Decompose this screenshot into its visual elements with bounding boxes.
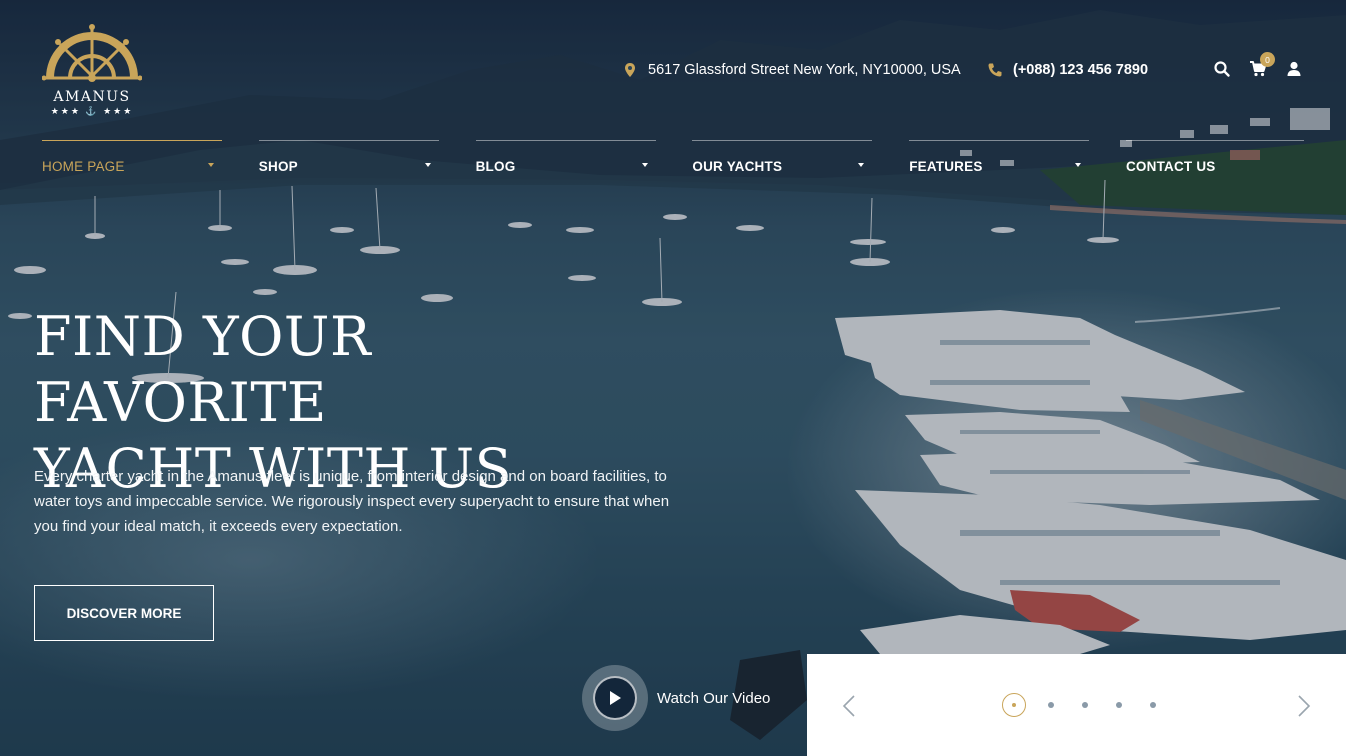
hero-headline-line-1: FIND YOUR FAVORITE xyxy=(34,305,372,434)
caret-down-icon xyxy=(424,163,431,167)
slider-dot-2[interactable] xyxy=(1048,702,1054,708)
brand-stars: ★★★ ⚓ ★★★ xyxy=(50,106,134,116)
account-button[interactable] xyxy=(1285,60,1303,78)
play-button[interactable] xyxy=(582,665,648,731)
header-actions: 0 xyxy=(1213,52,1303,78)
phone-text: (+088) 123 456 7890 xyxy=(1013,62,1149,78)
brand-name: AMANUS xyxy=(53,89,131,105)
caret-down-icon xyxy=(641,163,648,167)
play-icon xyxy=(610,691,621,705)
nav-item-label: HOME PAGE xyxy=(42,159,125,174)
chevron-right-icon[interactable] xyxy=(1297,694,1311,718)
cart-button[interactable]: 0 xyxy=(1249,52,1275,78)
address-text: 5617 Glassford Street New York, NY10000,… xyxy=(648,62,961,78)
brand-logo[interactable]: AMANUS ★★★ ⚓ ★★★ xyxy=(41,24,143,117)
address-info: 5617 Glassford Street New York, NY10000,… xyxy=(622,60,961,80)
caret-down-icon xyxy=(208,163,214,167)
slider-dot-3[interactable] xyxy=(1082,702,1088,708)
location-pin-icon xyxy=(625,63,635,77)
hero-section: AMANUS ★★★ ⚓ ★★★ 5617 Glassford Street N… xyxy=(0,0,1346,756)
slider-controls xyxy=(807,654,1346,756)
watch-video[interactable]: Watch Our Video xyxy=(582,665,770,731)
caret-down-icon xyxy=(858,163,865,167)
nav-item-label: SHOP xyxy=(258,159,298,174)
watch-video-label: Watch Our Video xyxy=(657,689,771,707)
nav-item-blog[interactable]: BLOG xyxy=(475,140,656,180)
user-icon xyxy=(1287,61,1301,76)
search-button[interactable] xyxy=(1213,60,1231,78)
caret-down-icon xyxy=(1075,163,1082,167)
ship-wheel-icon xyxy=(41,24,143,82)
nav-item-features[interactable]: FEATURES xyxy=(909,140,1090,180)
chevron-left-icon[interactable] xyxy=(842,694,856,718)
nav-item-label: OUR YACHTS xyxy=(692,159,783,174)
slider-dot-1[interactable] xyxy=(1002,693,1026,717)
main-nav: HOME PAGE SHOP BLOG OUR YACHTS FEATURES … xyxy=(42,140,1304,180)
slider-dot-4[interactable] xyxy=(1116,702,1122,708)
nav-item-our-yachts[interactable]: OUR YACHTS xyxy=(692,140,873,180)
slider-dot-5[interactable] xyxy=(1150,702,1156,708)
nav-item-label: BLOG xyxy=(475,159,516,174)
play-button-inner xyxy=(593,676,637,720)
nav-item-shop[interactable]: SHOP xyxy=(258,140,439,180)
cart-count-badge: 0 xyxy=(1260,52,1275,67)
nav-item-contact-us[interactable]: CONTACT US xyxy=(1125,140,1304,180)
discover-more-button[interactable]: DISCOVER MORE xyxy=(34,585,214,641)
search-icon xyxy=(1214,61,1230,77)
nav-item-home-page[interactable]: HOME PAGE xyxy=(42,140,222,180)
phone-icon xyxy=(988,63,1002,77)
nav-item-label: CONTACT US xyxy=(1125,159,1216,174)
hero-description: Every charter yacht in the Amanus fleet … xyxy=(34,468,670,535)
phone-info[interactable]: (+088) 123 456 7890 xyxy=(987,60,1148,80)
slider-pagination xyxy=(1002,693,1170,717)
nav-item-label: FEATURES xyxy=(909,159,983,174)
